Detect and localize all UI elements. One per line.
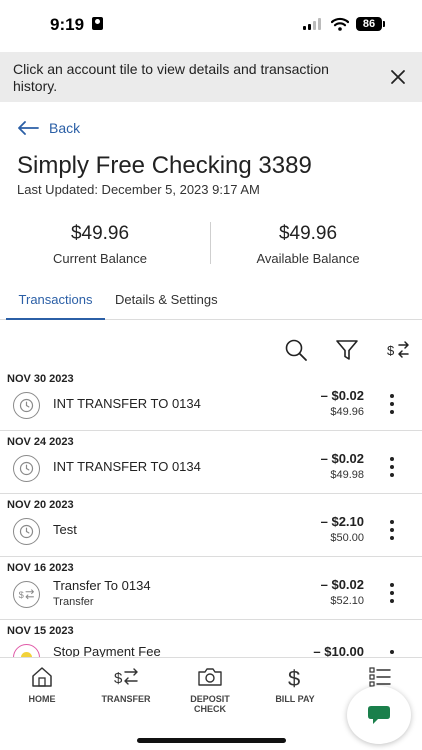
camera-icon: [198, 668, 222, 686]
transaction-running-balance: $52.10: [330, 595, 364, 607]
transaction-description: Test: [53, 522, 77, 537]
transaction-row[interactable]: NOV 20 2023 Test – $2.10 $50.00: [0, 494, 422, 557]
nav-bill-pay-label: BILL PAY: [275, 694, 315, 704]
available-balance-block: $49.96 Available Balance: [208, 223, 408, 266]
status-bar: 9:19 86: [0, 0, 422, 48]
filter-icon[interactable]: [335, 338, 359, 362]
home-indicator: [137, 738, 286, 743]
transaction-description: Transfer To 0134: [53, 578, 151, 593]
transaction-row[interactable]: NOV 16 2023 $ Transfer To 0134 Transfer …: [0, 557, 422, 620]
transaction-running-balance: $50.00: [330, 532, 364, 544]
chat-bubble-icon: [368, 706, 390, 724]
last-updated: Last Updated: December 5, 2023 9:17 AM: [17, 182, 260, 197]
transfer-icon: $: [13, 581, 40, 608]
available-balance-amount: $49.96: [278, 223, 338, 244]
tab-details-settings[interactable]: Details & Settings: [115, 292, 218, 320]
transaction-date: NOV 15 2023: [7, 625, 74, 637]
available-balance-label: Available Balance: [256, 251, 360, 266]
dollar-icon: $: [288, 666, 300, 688]
svg-text:$: $: [19, 590, 24, 600]
transaction-amount: – $2.10: [320, 514, 364, 529]
nav-transfer-label: TRANSFER: [101, 694, 151, 704]
account-title: Simply Free Checking 3389: [17, 152, 312, 179]
nav-home-label: HOME: [28, 694, 56, 704]
transaction-amount: – $0.02: [320, 451, 364, 466]
svg-text:$: $: [288, 666, 300, 688]
more-options-icon[interactable]: [390, 457, 394, 479]
transaction-description: INT TRANSFER TO 0134: [53, 459, 201, 474]
nav-home[interactable]: HOME: [7, 666, 77, 704]
transaction-amount: – $0.02: [320, 577, 364, 592]
status-time: 9:19: [50, 15, 85, 34]
home-icon: [32, 667, 52, 687]
pending-clock-icon: [13, 518, 40, 545]
search-icon[interactable]: [284, 338, 308, 362]
more-options-icon[interactable]: [390, 394, 394, 416]
info-banner: Click an account tile to view details an…: [0, 52, 422, 102]
current-balance-label: Current Balance: [53, 251, 147, 266]
nav-deposit-check[interactable]: DEPOSIT CHECK: [175, 666, 245, 714]
transfer-icon: $: [114, 668, 138, 687]
svg-text:$: $: [114, 670, 123, 687]
pending-clock-icon: [13, 392, 40, 419]
nav-bill-pay[interactable]: $ BILL PAY: [260, 666, 330, 704]
transaction-date: NOV 20 2023: [7, 499, 74, 511]
nav-transfer[interactable]: $ TRANSFER: [91, 666, 161, 704]
transaction-date: NOV 30 2023: [7, 373, 74, 385]
transaction-category: Transfer: [53, 596, 94, 608]
back-link[interactable]: Back: [17, 118, 80, 138]
back-label: Back: [49, 120, 81, 136]
wifi-icon: [331, 17, 349, 31]
more-options-icon[interactable]: [390, 583, 394, 605]
current-balance-amount: $49.96: [70, 223, 130, 244]
transaction-running-balance: $49.96: [330, 406, 364, 418]
current-balance-block: $49.96 Current Balance: [0, 223, 200, 266]
banner-text: Click an account tile to view details an…: [13, 61, 329, 94]
tab-bar: Transactions Details & Settings: [0, 290, 422, 320]
transaction-running-balance: $49.98: [330, 469, 364, 481]
battery-icon: 86: [356, 17, 385, 31]
chat-button[interactable]: [347, 686, 411, 744]
close-icon[interactable]: [390, 69, 406, 85]
signal-icon: [303, 18, 323, 30]
menu-list-icon: [369, 667, 391, 687]
tab-transactions[interactable]: Transactions: [6, 292, 105, 320]
transaction-row[interactable]: NOV 24 2023 INT TRANSFER TO 0134 – $0.02…: [0, 431, 422, 494]
transaction-amount: – $0.02: [320, 388, 364, 403]
arrow-left-icon: [18, 121, 39, 135]
more-options-icon[interactable]: [390, 520, 394, 542]
transfer-sort-icon[interactable]: $: [386, 338, 410, 362]
focus-person-icon: [92, 17, 103, 30]
nav-deposit-check-label: DEPOSIT CHECK: [190, 694, 230, 714]
transaction-date: NOV 24 2023: [7, 436, 74, 448]
transaction-description: INT TRANSFER TO 0134: [53, 396, 201, 411]
svg-text:$: $: [387, 343, 395, 358]
transaction-row[interactable]: NOV 30 2023 INT TRANSFER TO 0134 – $0.02…: [0, 368, 422, 431]
pending-clock-icon: [13, 455, 40, 482]
transaction-date: NOV 16 2023: [7, 562, 74, 574]
